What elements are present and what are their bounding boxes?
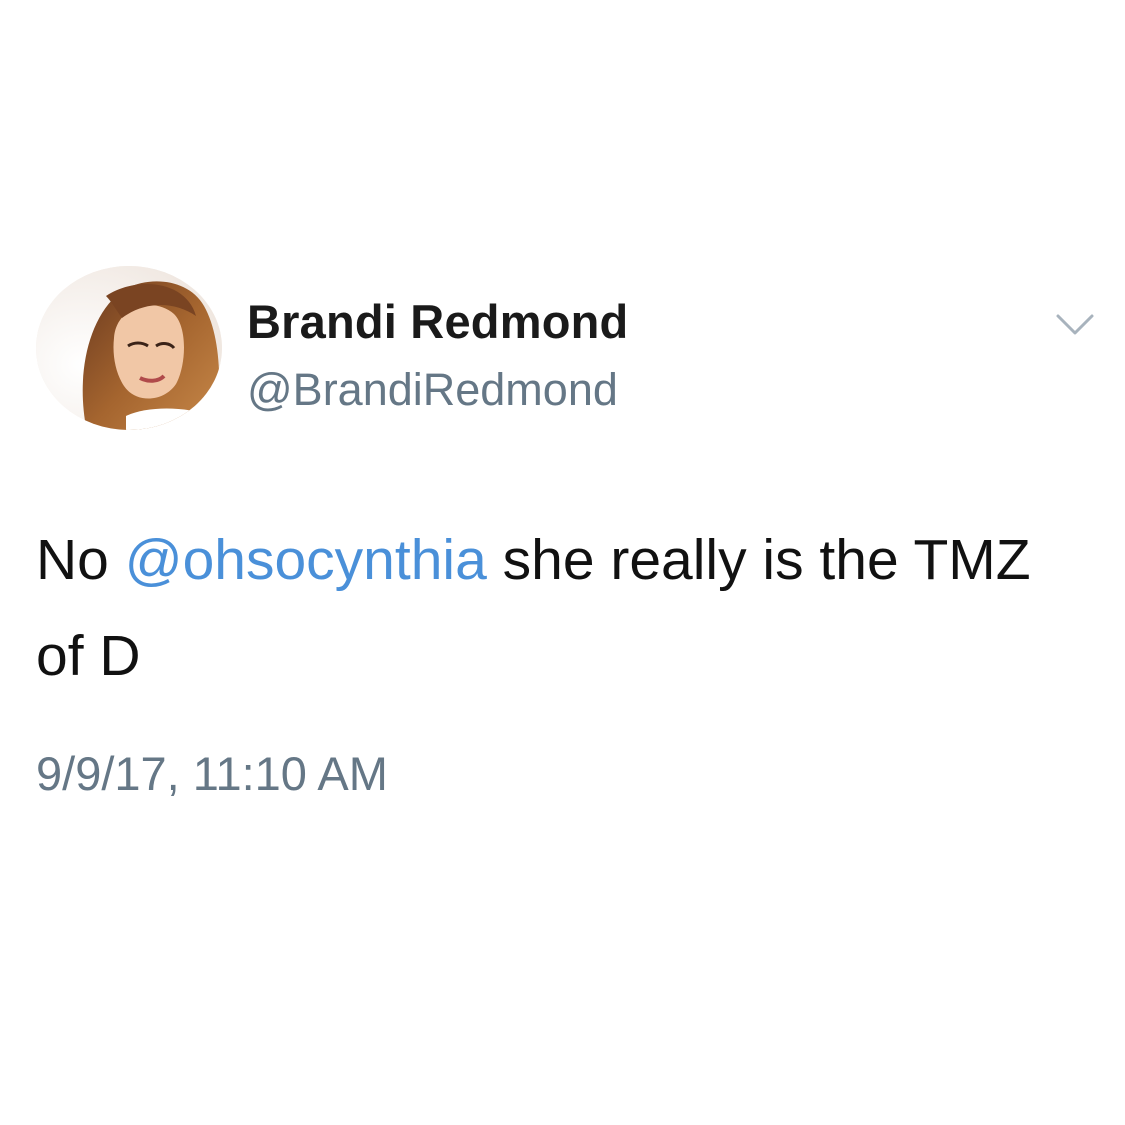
tweet-timestamp[interactable]: 9/9/17, 11:10 AM (36, 746, 388, 801)
tweet-text: No @ohsocynthia she really is the TMZ of… (36, 512, 1076, 704)
avatar[interactable] (36, 266, 222, 430)
tweet-menu-button[interactable] (1052, 306, 1098, 342)
tweet-text-before: No (36, 528, 125, 592)
author-display-name[interactable]: Brandi Redmond (247, 294, 628, 349)
mention-link[interactable]: @ohsocynthia (125, 528, 487, 592)
profile-photo-icon (36, 266, 222, 430)
chevron-down-icon (1056, 314, 1094, 335)
author-handle[interactable]: @BrandiRedmond (247, 364, 618, 416)
tweet-card: Brandi Redmond @BrandiRedmond No @ohsocy… (0, 0, 1125, 1125)
